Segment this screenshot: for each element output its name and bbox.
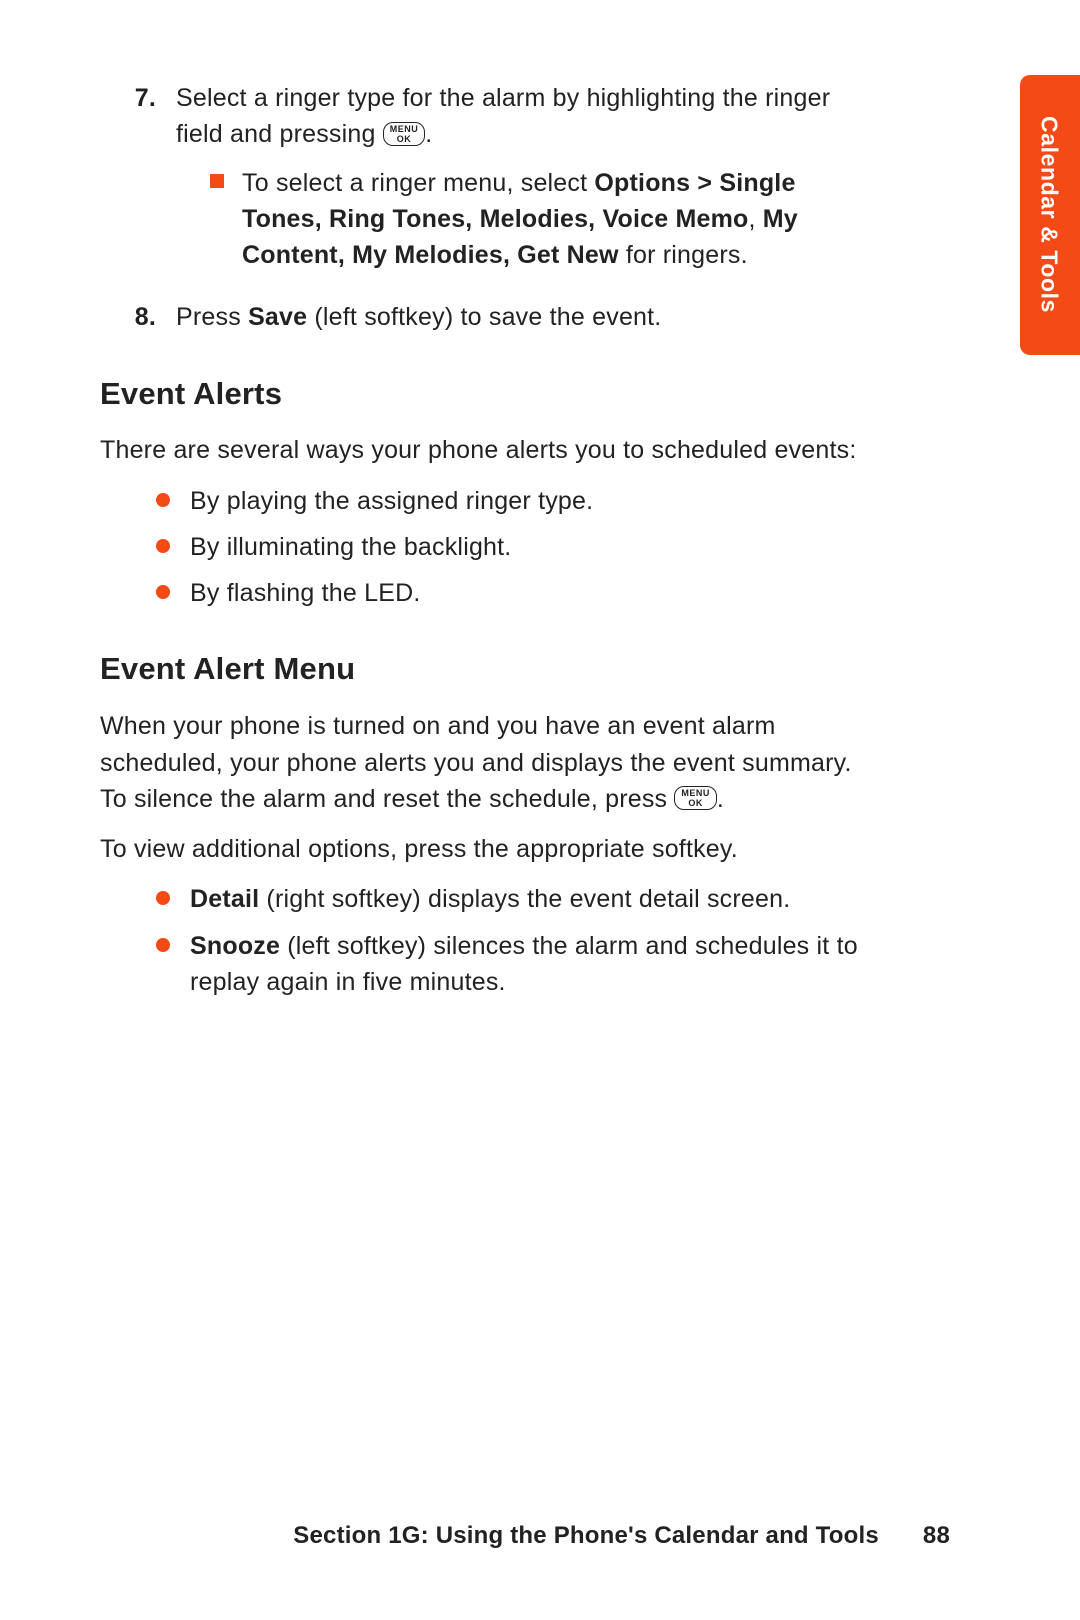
dot-bullet-icon [156, 938, 170, 952]
dot-bullet-icon [156, 493, 170, 507]
alerts-list: By playing the assigned ringer type. By … [156, 483, 880, 612]
step-7-sub: To select a ringer menu, select Options … [210, 165, 880, 274]
list-item: By illuminating the backlight. [156, 529, 880, 565]
step-8-number: 8. [100, 299, 176, 335]
list-item: By flashing the LED. [156, 575, 880, 611]
step-8: 8. Press Save (left softkey) to save the… [100, 299, 880, 335]
side-tab-label: Calendar & Tools [1032, 116, 1065, 313]
dot-bullet-icon [156, 539, 170, 553]
list-item: By playing the assigned ringer type. [156, 483, 880, 519]
footer-page-number: 88 [923, 1519, 950, 1554]
alerts-intro: There are several ways your phone alerts… [100, 432, 880, 468]
content: 7. Select a ringer type for the alarm by… [100, 80, 880, 1000]
heading-event-alert-menu: Event Alert Menu [100, 647, 880, 692]
footer: Section 1G: Using the Phone's Calendar a… [100, 1519, 950, 1554]
step-7-number: 7. [100, 80, 176, 281]
step-7-body: Select a ringer type for the alarm by hi… [176, 80, 880, 281]
dot-bullet-icon [156, 891, 170, 905]
dot-bullet-icon [156, 585, 170, 599]
page: Calendar & Tools 7. Select a ringer type… [0, 0, 1080, 1620]
menu-ok-key-icon: MENU OK [383, 122, 426, 146]
menu-list: Detail (right softkey) displays the even… [156, 881, 880, 1000]
menu-para-2: To view additional options, press the ap… [100, 831, 880, 867]
step-7-text-b: . [425, 120, 432, 148]
step-7-text-a: Select a ringer type for the alarm by hi… [176, 84, 830, 148]
list-item: Detail (right softkey) displays the even… [156, 881, 880, 917]
square-bullet-icon [210, 174, 224, 188]
side-tab: Calendar & Tools [1020, 75, 1080, 355]
list-item: Snooze (left softkey) silences the alarm… [156, 928, 880, 1001]
menu-ok-key-icon: MENU OK [674, 786, 717, 810]
step-7-sub-body: To select a ringer menu, select Options … [242, 165, 880, 274]
step-8-body: Press Save (left softkey) to save the ev… [176, 299, 880, 335]
footer-section: Section 1G: Using the Phone's Calendar a… [293, 1519, 879, 1554]
menu-para-1: When your phone is turned on and you hav… [100, 708, 880, 817]
step-7: 7. Select a ringer type for the alarm by… [100, 80, 880, 281]
heading-event-alerts: Event Alerts [100, 372, 880, 417]
